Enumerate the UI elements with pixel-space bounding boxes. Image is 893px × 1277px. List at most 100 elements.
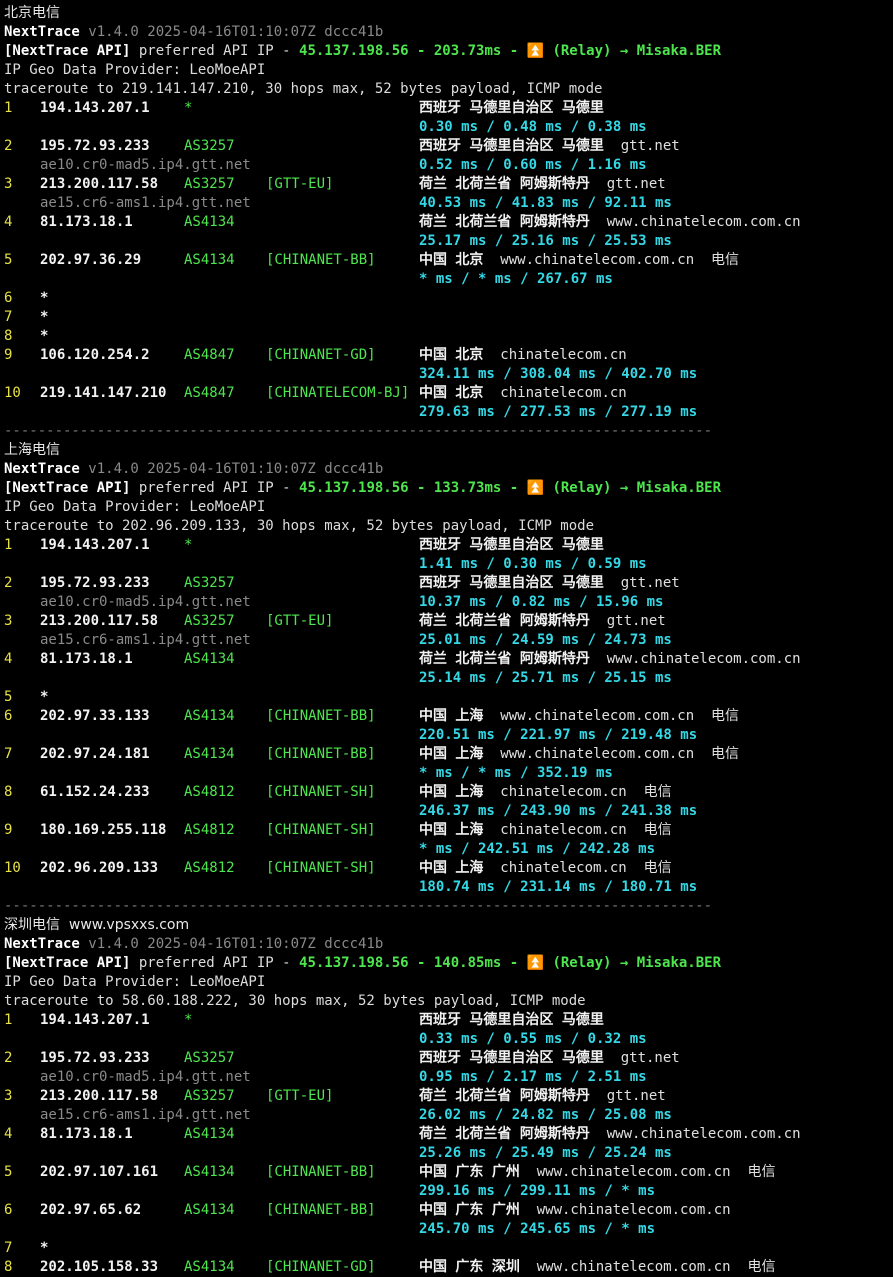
hop-ip[interactable]: 219.141.147.210 [40, 384, 166, 403]
geo-provider: IP Geo Data Provider: LeoMoeAPI [4, 974, 266, 990]
hop-rtt: 299.16 ms / 299.11 ms / * ms [419, 1183, 656, 1199]
hop-row: 5 * [4, 688, 893, 707]
hop-rtt: 246.37 ms / 243.90 ms / 241.38 ms [419, 803, 698, 819]
hop-ip[interactable]: 202.97.33.133 [40, 707, 150, 726]
hop-tag: [CHINANET-GD] [266, 1259, 376, 1275]
hop-row: 3 213.200.117.58 AS3257 [GTT-EU] 荷兰 北荷兰省 阿姆斯… [4, 1087, 893, 1106]
app-name: NextTrace [4, 461, 80, 477]
hop-ip[interactable]: 202.97.65.62 [40, 1201, 141, 1220]
hop-as: AS4134 [184, 651, 235, 667]
hop-detail-row: * ms / 242.51 ms / 242.28 ms [4, 840, 893, 859]
hop-as: * [184, 1012, 193, 1028]
terminal-output[interactable]: 北京电信 NextTrace v1.4.0 2025-04-16T01:10:07… [4, 4, 893, 1277]
hop-number: 8 [4, 784, 13, 800]
hop-as: AS4134 [184, 1126, 235, 1142]
hop-number: 3 [4, 613, 13, 629]
hop-geo-text: 荷兰 北荷兰省 阿姆斯特丹 [419, 613, 590, 629]
geo-provider: IP Geo Data Provider: LeoMoeAPI [4, 62, 266, 78]
hop-number: 1 [4, 1012, 13, 1028]
hop-geo: 荷兰 北荷兰省 阿姆斯特丹 www.chinatelecom.com.cn [419, 1125, 801, 1144]
hop-ip[interactable]: 213.200.117.58 [40, 175, 158, 194]
hop-row: 7 * [4, 308, 893, 327]
hop-ip[interactable]: * [40, 308, 48, 327]
hop-ip[interactable]: 195.72.93.233 [40, 137, 150, 156]
hop-detail-row: ae10.cr0-mad5.ip4.gtt.net 10.37 ms / 0.82… [4, 593, 893, 612]
hop-geo: 中国 广东 广州 www.chinatelecom.com.cn 电信 [419, 1163, 775, 1182]
hop-domain: www.chinatelecom.com.cn [500, 252, 695, 268]
hop-geo: 中国 上海 www.chinatelecom.com.cn 电信 [419, 745, 739, 764]
hop-ip[interactable]: 180.169.255.118 [40, 821, 166, 840]
hop-number: 1 [4, 100, 13, 116]
hop-row: 2 195.72.93.233 AS3257 西班牙 马德里自治区 马德里 gtt.n… [4, 574, 893, 593]
api-line: [NextTrace API] preferred API IP - 45.13… [4, 954, 893, 973]
hop-row: 9 180.169.255.118 AS4812 [CHINANET-SH] 中国 上海… [4, 821, 893, 840]
hop-domain: www.chinatelecom.com.cn [606, 1126, 801, 1142]
hop-geo: 中国 北京 chinatelecom.cn [419, 384, 627, 403]
hop-ip[interactable]: 202.97.24.181 [40, 745, 150, 764]
hop-ip[interactable]: * [40, 327, 48, 346]
hop-ip[interactable]: * [40, 289, 48, 308]
api-ip: 45.137.198.56 - 203.73ms - ⏫ (Relay) → M… [299, 43, 722, 59]
hop-ip[interactable]: 202.97.36.29 [40, 251, 141, 270]
api-ip: 45.137.198.56 - 133.73ms - ⏫ (Relay) → M… [299, 480, 722, 496]
hop-ip[interactable]: 61.152.24.233 [40, 783, 150, 802]
hop-row: 1 194.143.207.1 * 西班牙 马德里自治区 马德里 [4, 536, 893, 555]
version-info: v1.4.0 2025-04-16T01:10:07Z dccc41b [79, 461, 384, 477]
hop-ip[interactable]: 106.120.254.2 [40, 346, 150, 365]
hop-as: AS4812 [184, 784, 235, 800]
hop-as: AS3257 [184, 138, 235, 154]
hop-ip[interactable]: 195.72.93.233 [40, 574, 150, 593]
hop-rtt: 25.01 ms / 24.59 ms / 24.73 ms [419, 632, 672, 648]
hop-geo: 荷兰 北荷兰省 阿姆斯特丹 www.chinatelecom.com.cn [419, 650, 801, 669]
hop-ip[interactable]: 202.105.158.33 [40, 1258, 158, 1277]
hop-rdns: ae10.cr0-mad5.ip4.gtt.net [40, 594, 251, 610]
hop-ip[interactable]: 213.200.117.58 [40, 612, 158, 631]
version-line: NextTrace v1.4.0 2025-04-16T01:10:07Z dc… [4, 460, 893, 479]
hop-number: 7 [4, 309, 13, 325]
hop-number: 7 [4, 746, 13, 762]
hop-number: 9 [4, 347, 13, 363]
hop-ip[interactable]: 202.96.209.133 [40, 859, 158, 878]
hop-as: AS4134 [184, 746, 235, 762]
hop-detail-row: ae15.cr6-ams1.ip4.gtt.net 40.53 ms / 41.8… [4, 194, 893, 213]
hop-ip[interactable]: 194.143.207.1 [40, 1011, 150, 1030]
hop-as: AS4134 [184, 1202, 235, 1218]
hop-geo-text: 西班牙 马德里自治区 马德里 [419, 575, 604, 591]
hop-tag: [CHINANET-SH] [266, 822, 376, 838]
hop-as: AS3257 [184, 575, 235, 591]
hop-geo-text: 中国 上海 [419, 746, 484, 762]
hop-ip[interactable]: 202.97.107.161 [40, 1163, 158, 1182]
hop-ip[interactable]: * [40, 688, 48, 707]
section-label-line: 深圳电信 www.vpsxxs.com [4, 916, 893, 935]
hop-geo: 西班牙 马德里自治区 马德里 gtt.net [419, 137, 680, 156]
hop-tag: [CHINANET-BB] [266, 1202, 376, 1218]
hop-isp: 电信 [747, 1164, 776, 1180]
hop-ip[interactable]: 81.173.18.1 [40, 1125, 133, 1144]
traceroute-line: traceroute to 202.96.209.133, 30 hops ma… [4, 517, 893, 536]
hop-ip[interactable]: * [40, 1239, 48, 1258]
hop-geo: 荷兰 北荷兰省 阿姆斯特丹 gtt.net [419, 1087, 666, 1106]
hop-number: 4 [4, 651, 13, 667]
hop-rtt: * ms / * ms / 352.19 ms [419, 765, 613, 781]
hop-rtt: 0.95 ms / 2.17 ms / 2.51 ms [419, 1069, 647, 1085]
api-ip: 45.137.198.56 - 140.85ms - ⏫ (Relay) → M… [299, 955, 722, 971]
hop-ip[interactable]: 194.143.207.1 [40, 536, 150, 555]
hop-rtt: 245.70 ms / 245.65 ms / * ms [419, 1221, 656, 1237]
version-info: v1.4.0 2025-04-16T01:10:07Z dccc41b [79, 24, 384, 40]
separator: ----------------------------------------… [4, 898, 713, 914]
hop-row: 10 202.96.209.133 AS4812 [CHINANET-SH] 中国 上海… [4, 859, 893, 878]
hop-rdns: ae15.cr6-ams1.ip4.gtt.net [40, 195, 251, 211]
hop-rdns: ae15.cr6-ams1.ip4.gtt.net [40, 632, 251, 648]
hop-ip[interactable]: 213.200.117.58 [40, 1087, 158, 1106]
hop-ip[interactable]: 81.173.18.1 [40, 650, 133, 669]
hop-rtt: 25.14 ms / 25.71 ms / 25.15 ms [419, 670, 672, 686]
hop-geo: 中国 北京 www.chinatelecom.com.cn 电信 [419, 251, 739, 270]
hop-geo: 西班牙 马德里自治区 马德里 gtt.net [419, 574, 680, 593]
hop-ip[interactable]: 81.173.18.1 [40, 213, 133, 232]
hop-row: 10 219.141.147.210 AS4847 [CHINATELECOM-BJ]… [4, 384, 893, 403]
hop-as: AS4134 [184, 252, 235, 268]
hop-ip[interactable]: 195.72.93.233 [40, 1049, 150, 1068]
hop-rtt: 279.63 ms / 277.53 ms / 277.19 ms [419, 404, 698, 420]
hop-isp: 电信 [711, 252, 740, 268]
hop-ip[interactable]: 194.143.207.1 [40, 99, 150, 118]
